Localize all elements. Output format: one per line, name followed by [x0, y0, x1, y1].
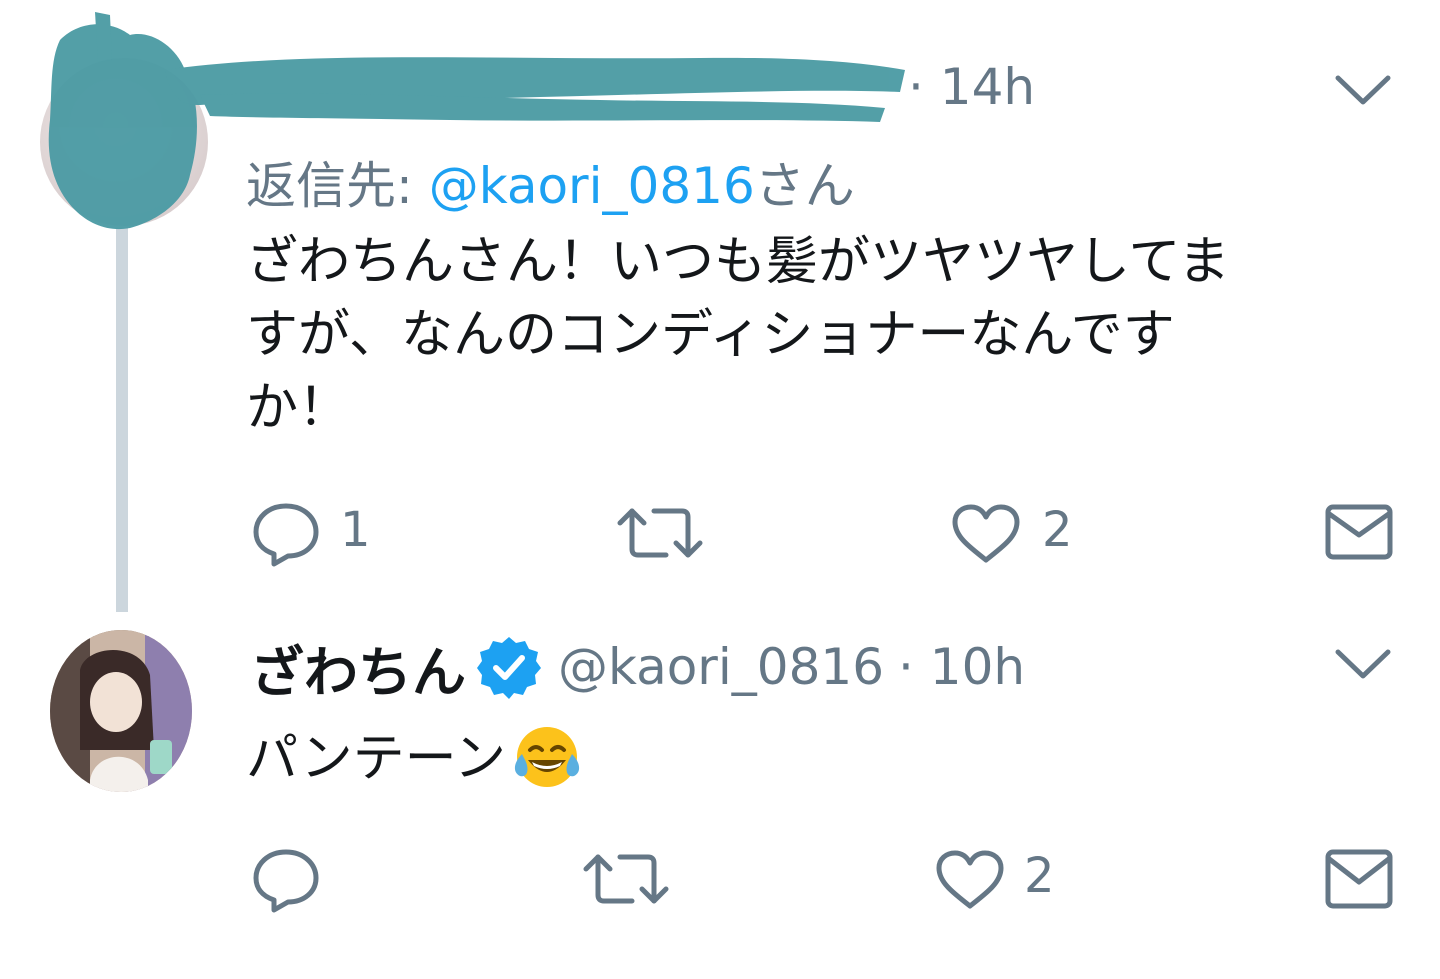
tweet-time[interactable]: · 10h	[898, 638, 1025, 696]
avatar-photo	[50, 630, 192, 792]
handle[interactable]: @kaori_0816	[558, 638, 884, 696]
tweet-thread: · 14h 返信先: @kaori_0816さん ざわちんさん！いつも髪がツヤツ…	[0, 0, 1440, 979]
tweet-header: ざわちん @kaori_0816 · 10h	[250, 632, 1025, 704]
reply-to-line: 返信先: @kaori_0816さん	[246, 146, 855, 218]
like-icon[interactable]	[934, 848, 1006, 912]
share-icon[interactable]	[1324, 848, 1394, 910]
display-name[interactable]: ざわちん	[250, 628, 466, 707]
avatar[interactable]	[50, 630, 192, 792]
tweet-body-text: パンテーン	[246, 728, 507, 789]
reply-count: 1	[340, 502, 371, 558]
share-icon[interactable]	[1324, 503, 1394, 561]
tweet-body-line: ざわちんさん！いつも髪がツヤツヤしてま	[246, 232, 1230, 292]
reply-to-prefix: 返信先:	[246, 157, 429, 215]
reply-to-handle-link[interactable]: @kaori_0816	[429, 157, 755, 215]
like-count: 2	[1024, 848, 1055, 904]
verified-icon	[476, 634, 542, 700]
retweet-icon[interactable]	[582, 851, 670, 907]
tweet-body: パンテーン	[246, 722, 584, 796]
reply-icon[interactable]	[250, 846, 322, 916]
thread-connector-line	[116, 228, 128, 612]
reply-icon[interactable]	[250, 500, 322, 570]
reply-to-suffix: さん	[754, 157, 855, 215]
retweet-icon[interactable]	[616, 505, 704, 561]
like-count: 2	[1042, 502, 1073, 558]
like-icon[interactable]	[950, 502, 1022, 566]
tweet-body-line: すが、なんのコンディショナーなんです	[246, 305, 1175, 365]
chevron-down-icon[interactable]	[1332, 70, 1394, 110]
tweet-body: ざわちんさん！いつも髪がツヤツヤしてま すが、なんのコンディショナーなんです か…	[246, 226, 1230, 445]
tweet-time[interactable]: · 14h	[908, 58, 1035, 116]
chevron-down-icon[interactable]	[1332, 644, 1394, 684]
tweet-body-line: か！	[246, 378, 351, 438]
emoji-tears-of-joy-icon	[510, 722, 584, 796]
